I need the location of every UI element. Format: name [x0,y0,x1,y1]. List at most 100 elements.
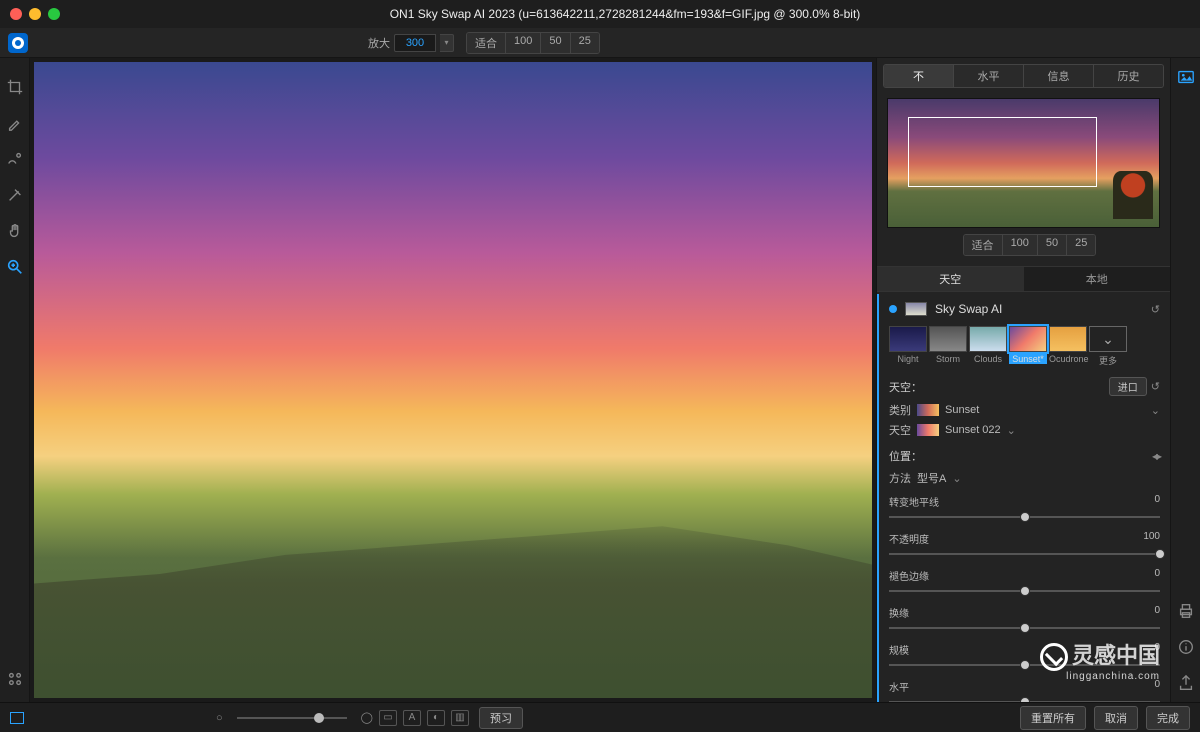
position-label: 位置： [889,448,922,464]
hand-tool-icon[interactable] [6,222,24,240]
maximize-icon[interactable] [48,8,60,20]
slider-fade: 褪色边缘0 [889,568,1160,597]
brush-size-slider[interactable] [237,712,347,724]
slider-opacity-label: 不透明度 [889,531,929,546]
effect-enabled-icon[interactable] [889,305,897,313]
reset-all-button[interactable]: 重置所有 [1020,706,1086,730]
slider-fade-thumb[interactable] [1020,586,1030,596]
sky-reset-icon[interactable]: ↺ [1151,380,1160,393]
method-row[interactable]: 方法 型号A ⌄ [889,470,1160,486]
done-button[interactable]: 完成 [1146,706,1190,730]
slider-repl: 换缘0 [889,605,1160,634]
zoom-presets: 适合 100 50 25 [466,32,600,54]
window-title: ON1 Sky Swap AI 2023 (u=613642211,272828… [60,7,1190,21]
app-logo-icon [8,33,28,53]
slider-fade-label: 褪色边缘 [889,568,929,583]
zoom-100-button[interactable]: 100 [506,33,541,53]
brush-size-dec-icon[interactable]: ○ [216,712,223,724]
slider-horiz-track[interactable] [889,696,1160,702]
left-toolbar [0,58,30,702]
view-mode-split-icon[interactable]: ◐ [427,710,445,726]
slider-horizon: 转变地平线0 [889,494,1160,523]
slider-opacity-thumb[interactable] [1155,549,1165,559]
category-chip-icon [917,404,939,416]
photo-panel-icon[interactable] [1177,68,1195,86]
slider-opacity-track[interactable] [889,548,1160,560]
preset-night[interactable]: Night [889,326,927,367]
effect-title: Sky Swap AI [935,302,1143,316]
brush-size-inc-icon[interactable]: ◯ [361,711,373,724]
right-panel: 不 水平 信息 历史 适合 100 50 25 天空 本地 [876,58,1170,702]
zoom-tool-icon[interactable] [6,258,24,276]
sky-value: Sunset 022 [945,424,1001,436]
slider-fade-track[interactable] [889,585,1160,597]
slider-repl-thumb[interactable] [1020,623,1030,633]
category-label: 类别 [889,402,911,418]
zoom-50-button[interactable]: 50 [541,33,570,53]
slider-scale-thumb[interactable] [1020,660,1030,670]
effect-reset-icon[interactable]: ↺ [1151,303,1160,316]
close-icon[interactable] [10,8,22,20]
canvas-area[interactable] [30,58,876,702]
sky-label: 天空 [889,422,911,438]
refine-tool-icon[interactable] [6,186,24,204]
zoom-input[interactable] [394,34,436,52]
info2-icon[interactable] [1177,638,1195,656]
category-row[interactable]: 类别 Sunset ⌄ [889,402,1160,418]
subtab-sky[interactable]: 天空 [877,266,1024,292]
effect-header: Sky Swap AI ↺ [889,302,1160,316]
zoom-fit-button[interactable]: 适合 [467,33,506,53]
preview-button[interactable]: 预习 [479,707,523,729]
nav-zoom-25[interactable]: 25 [1067,235,1095,255]
view-mode-label-icon[interactable]: A [403,710,421,726]
mask-brush-tool-icon[interactable] [6,150,24,168]
method-value: 型号A [917,470,946,486]
brush-tool-icon[interactable] [6,114,24,132]
position-section-header: 位置： ◂▸ [889,448,1160,464]
slider-repl-track[interactable] [889,622,1160,634]
zoom-25-button[interactable]: 25 [571,33,599,53]
main-area: 不 水平 信息 历史 适合 100 50 25 天空 本地 [0,58,1200,702]
preset-clouds[interactable]: Clouds [969,326,1007,367]
slider-opacity: 不透明度100 [889,531,1160,560]
nav-zoom-fit[interactable]: 适合 [964,235,1003,255]
slider-horizon-thumb[interactable] [1020,512,1030,522]
import-button[interactable]: 进口 [1109,377,1147,396]
crop-tool-icon[interactable] [6,78,24,96]
navigator-image[interactable] [887,98,1160,228]
titlebar: ON1 Sky Swap AI 2023 (u=613642211,272828… [0,0,1200,28]
slider-horizon-track[interactable] [889,511,1160,523]
panel-top-tabs: 不 水平 信息 历史 [883,64,1164,88]
chevron-down-icon[interactable]: ⌄ [952,472,961,485]
method-label: 方法 [889,470,911,486]
sky-row[interactable]: 天空 Sunset 022 ⌄ [889,422,1160,438]
print-icon[interactable] [1177,602,1195,620]
zoom-dropdown[interactable]: ▾ [440,34,454,52]
nav-zoom-100[interactable]: 100 [1003,235,1038,255]
tab-info[interactable]: 信息 [1024,65,1094,87]
view-mode-compare-icon[interactable]: ▥ [451,710,469,726]
nav-zoom-50[interactable]: 50 [1038,235,1067,255]
slider-horiz-label: 水平 [889,679,909,694]
sky-section-header: 天空： 进口 ↺ [889,377,1160,396]
minimize-icon[interactable] [29,8,41,20]
export-icon[interactable] [1177,674,1195,692]
preset-more[interactable]: ⌄更多 [1089,326,1127,367]
tab-nav[interactable]: 不 [884,65,954,87]
softproof-icon[interactable] [10,712,24,724]
tab-history[interactable]: 历史 [1094,65,1163,87]
cancel-button[interactable]: 取消 [1094,706,1138,730]
preset-ocudrone[interactable]: Ocudrone [1049,326,1087,367]
slider-scale-track[interactable] [889,659,1160,671]
preset-sunset[interactable]: Sunset* [1009,326,1047,367]
position-arrows-icon[interactable]: ◂▸ [1152,449,1160,463]
preset-storm[interactable]: Storm [929,326,967,367]
slider-horiz-value: 0 [1154,679,1160,694]
subtab-local[interactable]: 本地 [1024,266,1171,292]
chevron-down-icon[interactable]: ⌄ [1151,404,1160,417]
tab-levels[interactable]: 水平 [954,65,1024,87]
view-mode-single-icon[interactable]: ▭ [379,710,397,726]
slider-horiz-thumb[interactable] [1020,697,1030,702]
settings-icon[interactable] [6,670,24,688]
chevron-down-icon[interactable]: ⌄ [1007,424,1016,437]
